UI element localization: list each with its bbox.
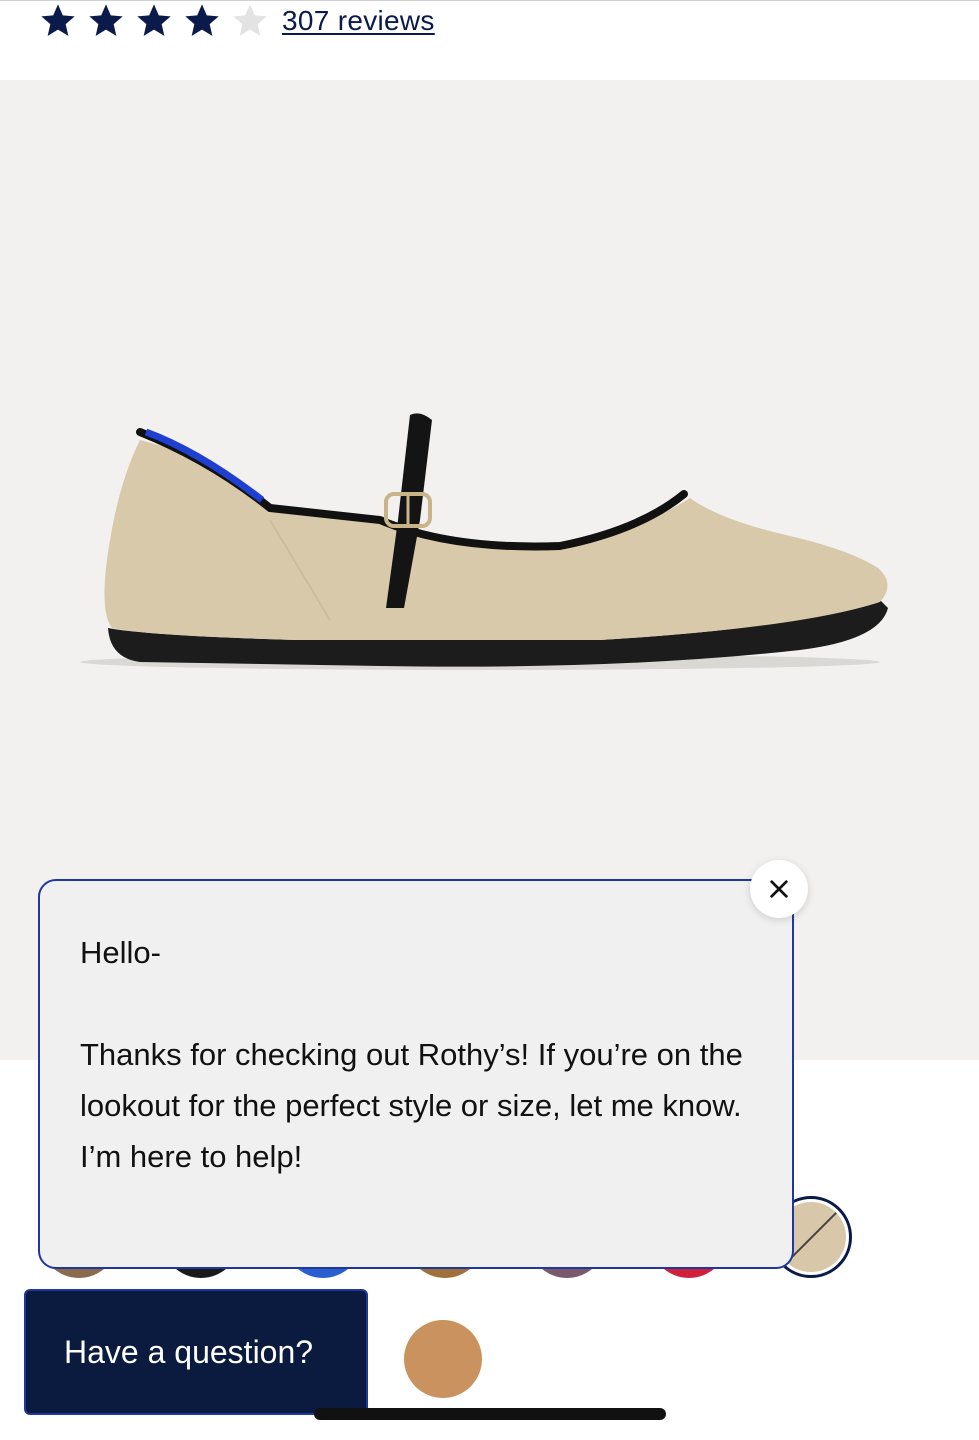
home-indicator (314, 1408, 666, 1420)
star-empty-icon (230, 1, 270, 41)
star-rating: 307 reviews (38, 1, 435, 41)
have-a-question-button[interactable]: Have a question? (24, 1289, 368, 1415)
star-icon (86, 1, 126, 41)
chat-greeting: Hello- (80, 935, 161, 970)
rating-bar: 307 reviews (0, 0, 979, 80)
chat-message: Thanks for checking out Rothy’s! If you’… (80, 1037, 743, 1174)
chat-popup: Hello- Thanks for checking out Rothy’s! … (38, 879, 794, 1269)
close-chat-button[interactable] (750, 860, 808, 918)
close-icon (770, 880, 788, 898)
star-icon (38, 1, 78, 41)
star-icon (134, 1, 174, 41)
star-icon (182, 1, 222, 41)
reviews-link[interactable]: 307 reviews (282, 5, 435, 37)
color-swatch[interactable] (404, 1320, 482, 1398)
